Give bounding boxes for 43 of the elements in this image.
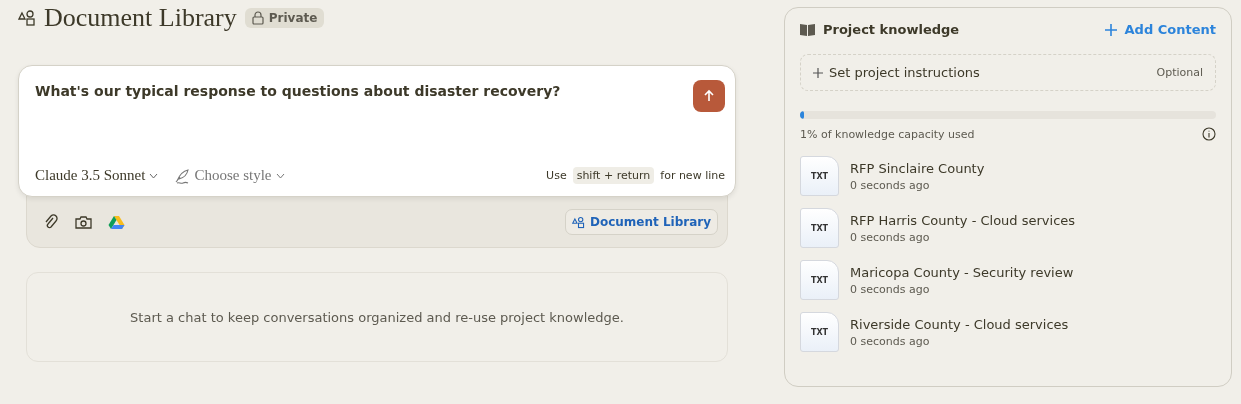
file-item[interactable]: TXT Maricopa County - Security review 0 seconds ago <box>800 260 1216 300</box>
panel-title: Project knowledge <box>823 22 960 37</box>
project-chip[interactable]: Document Library <box>564 209 718 235</box>
file-name: RFP Sinclaire County <box>850 160 985 176</box>
camera-icon[interactable] <box>75 214 92 230</box>
chevron-down-icon <box>275 172 285 179</box>
file-time: 0 seconds ago <box>850 334 931 348</box>
file-type-icon: TXT <box>800 260 839 300</box>
capacity-text: 1% of knowledge capacity used <box>800 127 975 141</box>
hint-text: Use <box>546 169 567 182</box>
empty-state-text: Start a chat to keep conversations organized and re-use project knowledge. <box>130 309 624 325</box>
plus-icon <box>1103 22 1118 37</box>
file-type-icon: TXT <box>800 208 839 248</box>
file-time: 0 seconds ago <box>850 178 931 192</box>
file-time: 0 seconds ago <box>850 230 931 244</box>
file-name: RFP Harris County - Cloud services <box>850 212 1076 228</box>
book-icon <box>800 23 815 36</box>
file-type-icon: TXT <box>800 312 839 352</box>
file-type-icon: TXT <box>800 156 839 196</box>
file-item[interactable]: TXT RFP Harris County - Cloud services 0 seconds ago <box>800 208 1216 248</box>
model-selector[interactable]: Claude 3.5 Sonnet <box>35 167 159 184</box>
file-item[interactable]: TXT Riverside County - Cloud services 0 seconds ago <box>800 312 1216 352</box>
style-selector[interactable]: Choose style <box>174 167 285 184</box>
info-icon[interactable] <box>1202 127 1216 141</box>
lock-icon <box>251 11 264 25</box>
plus-icon <box>813 67 823 78</box>
badge-label: Private <box>268 11 318 25</box>
file-time: 0 seconds ago <box>850 282 931 296</box>
message-input[interactable]: What's our typical response to questions about disaster recovery? <box>35 80 561 99</box>
chevron-down-icon <box>149 172 159 179</box>
send-button[interactable] <box>693 80 725 112</box>
page-title: Document Library <box>44 3 237 33</box>
paperclip-icon[interactable] <box>43 214 59 230</box>
shapes-icon <box>571 215 585 229</box>
file-name: Riverside County - Cloud services <box>850 316 1069 332</box>
arrow-up-icon <box>702 89 716 103</box>
file-name: Maricopa County - Security review <box>850 264 1074 280</box>
file-item[interactable]: TXT RFP Sinclaire County 0 seconds ago <box>800 156 1216 196</box>
shapes-icon <box>18 9 36 27</box>
hint-text: for new line <box>660 169 725 182</box>
feather-icon <box>174 167 191 184</box>
project-instructions-button[interactable]: Set project instructions Optional <box>800 54 1216 91</box>
key-hint: shift + return <box>572 167 655 184</box>
